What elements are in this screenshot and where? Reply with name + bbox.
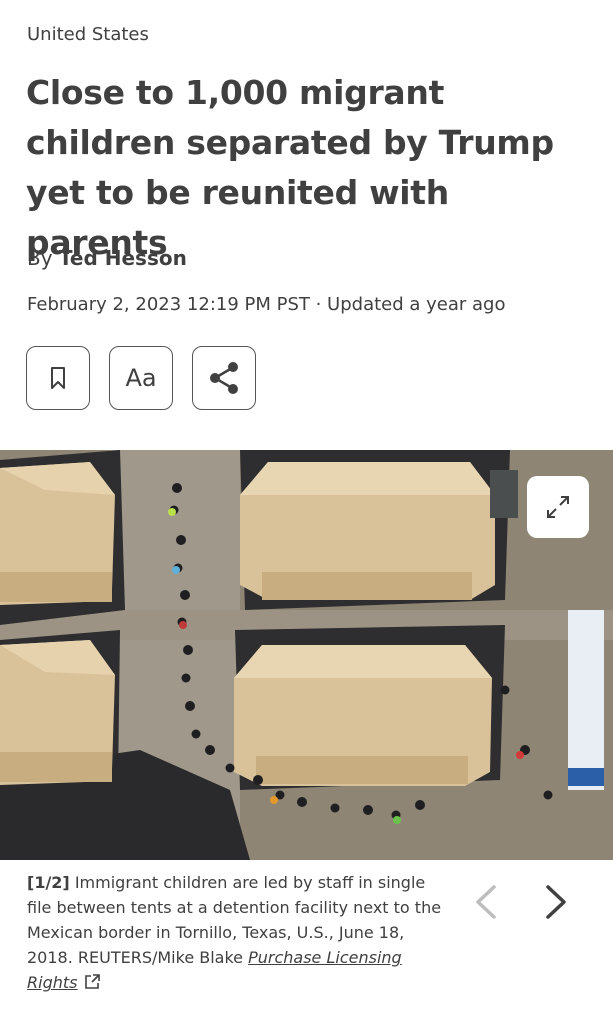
byline: By Ted Hesson: [27, 246, 187, 270]
chevron-left-icon: [476, 885, 496, 919]
gallery-index: [1/2]: [27, 873, 70, 892]
article-headline: Close to 1,000 migrant children separate…: [26, 73, 554, 262]
publish-date: February 2, 2023 12:19 PM PST · Updated …: [27, 294, 506, 315]
gallery-prev-button[interactable]: [472, 884, 502, 924]
section-tag[interactable]: United States: [27, 24, 149, 45]
gallery-next-button[interactable]: [540, 884, 570, 924]
tent: [240, 462, 495, 600]
article-toolbar: Aa: [26, 346, 256, 410]
author-link[interactable]: Ted Hesson: [59, 246, 187, 270]
chevron-right-icon: [546, 885, 566, 919]
tent: [0, 462, 115, 605]
text-size-label: Aa: [125, 364, 157, 392]
photo-caption: [1/2] Immigrant children are led by staf…: [27, 870, 447, 995]
share-button[interactable]: [192, 346, 256, 410]
tent: [0, 640, 115, 785]
tent: [234, 645, 492, 786]
article-photo[interactable]: [0, 450, 613, 860]
share-icon: [210, 362, 238, 394]
byline-prefix: By: [27, 246, 53, 270]
external-link-icon[interactable]: [83, 973, 101, 991]
text-size-button[interactable]: Aa: [109, 346, 173, 410]
expand-photo-button[interactable]: [527, 476, 589, 538]
detention-facility-photo: [0, 450, 613, 860]
bookmark-button[interactable]: [26, 346, 90, 410]
expand-icon: [547, 496, 569, 518]
bookmark-icon: [51, 367, 65, 389]
